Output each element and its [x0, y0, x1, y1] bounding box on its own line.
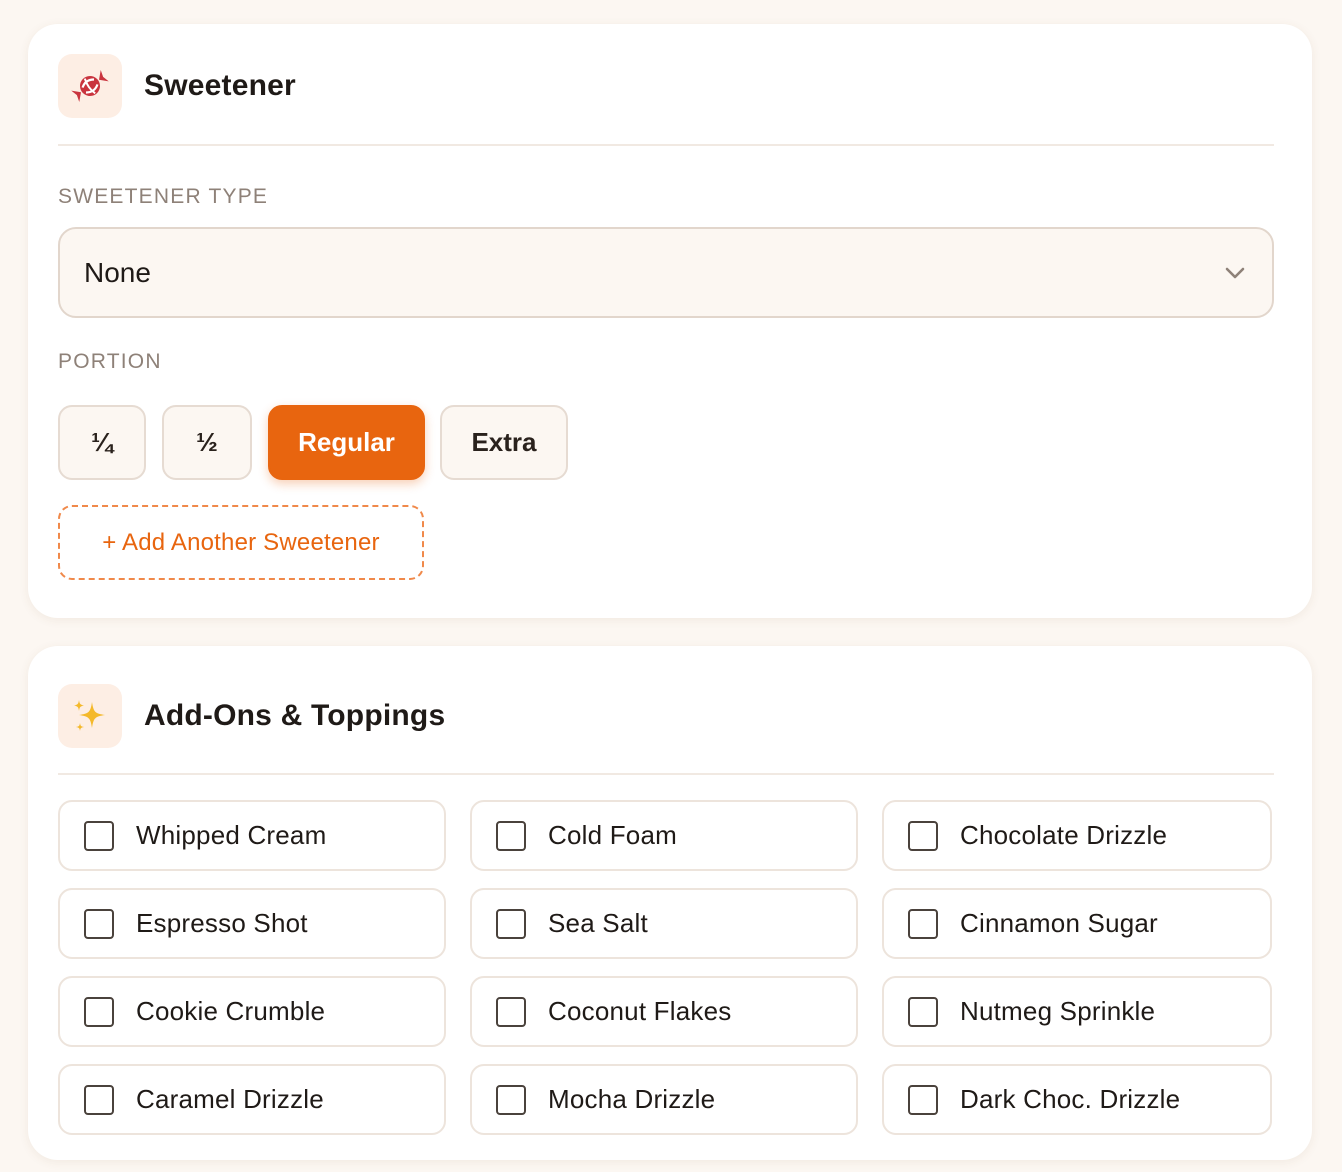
addon-caramel-drizzle[interactable]: Caramel Drizzle — [58, 1064, 446, 1135]
addons-header: Add-Ons & Toppings — [58, 684, 1274, 748]
checkbox[interactable] — [908, 908, 938, 939]
divider — [58, 773, 1274, 775]
addon-label: Dark Choc. Drizzle — [960, 1084, 1181, 1114]
sweetener-type-value: None — [84, 256, 151, 288]
addon-cinnamon-sugar[interactable]: Cinnamon Sugar — [882, 888, 1272, 959]
addon-label: Whipped Cream — [136, 820, 327, 850]
addon-label: Cookie Crumble — [136, 996, 326, 1026]
candy-icon-tile — [58, 54, 122, 118]
checkbox[interactable] — [84, 820, 114, 851]
sweetener-title: Sweetener — [144, 69, 296, 102]
addon-label: Nutmeg Sprinkle — [960, 996, 1156, 1026]
checkbox[interactable] — [496, 1084, 526, 1115]
addon-coconut-flakes[interactable]: Coconut Flakes — [470, 976, 858, 1047]
portion-regular-button[interactable]: Regular — [268, 405, 425, 480]
addon-label: Chocolate Drizzle — [960, 820, 1168, 850]
addon-chocolate-drizzle[interactable]: Chocolate Drizzle — [882, 800, 1272, 871]
addon-label: Mocha Drizzle — [548, 1084, 716, 1114]
portion-extra-button[interactable]: Extra — [440, 405, 568, 480]
chevron-down-icon — [1225, 267, 1245, 278]
addon-mocha-drizzle[interactable]: Mocha Drizzle — [470, 1064, 858, 1135]
checkbox[interactable] — [908, 1084, 938, 1115]
addon-sea-salt[interactable]: Sea Salt — [470, 888, 858, 959]
addon-label: Coconut Flakes — [548, 996, 732, 1026]
addon-label: Espresso Shot — [136, 908, 308, 938]
addons-title: Add-Ons & Toppings — [144, 699, 446, 732]
portion-label: PORTION — [58, 350, 162, 373]
addon-espresso-shot[interactable]: Espresso Shot — [58, 888, 446, 959]
checkbox[interactable] — [496, 996, 526, 1027]
addons-card: Add-Ons & Toppings Whipped Cream Cold Fo… — [28, 646, 1312, 1160]
addon-cookie-crumble[interactable]: Cookie Crumble — [58, 976, 446, 1047]
sparkles-icon-tile — [58, 684, 122, 748]
addon-whipped-cream[interactable]: Whipped Cream — [58, 800, 446, 871]
checkbox[interactable] — [84, 908, 114, 939]
addons-grid: Whipped Cream Cold Foam Chocolate Drizzl… — [58, 800, 1272, 1135]
checkbox[interactable] — [84, 1084, 114, 1115]
addon-cold-foam[interactable]: Cold Foam — [470, 800, 858, 871]
checkbox[interactable] — [84, 996, 114, 1027]
add-another-sweetener-button[interactable]: + Add Another Sweetener — [58, 505, 424, 580]
checkbox[interactable] — [908, 820, 938, 851]
divider — [58, 144, 1274, 146]
sweetener-type-label: SWEETENER TYPE — [58, 185, 269, 208]
addon-label: Cinnamon Sugar — [960, 908, 1158, 938]
checkbox[interactable] — [496, 820, 526, 851]
sweetener-card: Sweetener SWEETENER TYPE None PORTION ¼ … — [28, 24, 1312, 618]
addon-label: Cold Foam — [548, 820, 677, 850]
checkbox[interactable] — [908, 996, 938, 1027]
addon-dark-choc-drizzle[interactable]: Dark Choc. Drizzle — [882, 1064, 1272, 1135]
portion-quarter-button[interactable]: ¼ — [58, 405, 146, 480]
addon-label: Caramel Drizzle — [136, 1084, 324, 1114]
addon-nutmeg-sprinkle[interactable]: Nutmeg Sprinkle — [882, 976, 1272, 1047]
sweetener-type-select[interactable]: None — [58, 227, 1274, 318]
portion-half-button[interactable]: ½ — [162, 405, 252, 480]
sparkles-icon — [74, 700, 105, 731]
sweetener-header: Sweetener — [58, 54, 1274, 118]
checkbox[interactable] — [496, 908, 526, 939]
addon-label: Sea Salt — [548, 908, 648, 938]
candy-icon — [71, 69, 109, 103]
